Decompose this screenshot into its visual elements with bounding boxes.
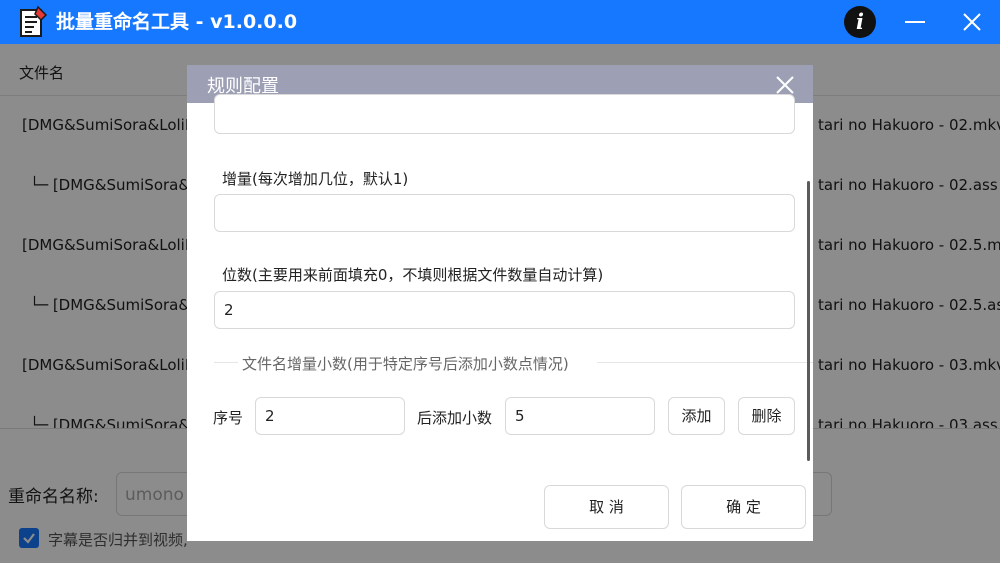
dialog-body: 增量(每次增加几位，默认1) 位数(主要用来前面填充0，不填则根据文件数量自动计… <box>187 94 813 541</box>
seq-label: 序号 <box>213 409 244 427</box>
app-title: 批量重命名工具 - v1.0.0.0 <box>56 11 298 33</box>
document-edit-icon <box>20 5 48 37</box>
decimal-input[interactable]: 5 <box>505 397 655 435</box>
title-bar: 批量重命名工具 - v1.0.0.0 i <box>0 0 1000 44</box>
info-icon[interactable]: i <box>844 6 876 38</box>
dialog-scrollbar[interactable] <box>807 181 810 461</box>
rule-config-dialog: 规则配置 增量(每次增加几位，默认1) 位数(主要用来前面填充0，不填则根据文件… <box>187 65 813 541</box>
decimal-section-title: 文件名增量小数(用于特定序号后添加小数点情况) <box>242 355 569 373</box>
close-icon[interactable] <box>962 12 982 32</box>
divider-line-left <box>214 362 238 363</box>
digits-input[interactable]: 2 <box>214 291 795 329</box>
increment-input[interactable] <box>214 194 795 232</box>
previous-field-input[interactable] <box>214 94 795 134</box>
cancel-button[interactable]: 取 消 <box>544 485 669 529</box>
minimize-icon[interactable] <box>905 21 925 23</box>
confirm-button[interactable]: 确 定 <box>681 485 806 529</box>
increment-label: 增量(每次增加几位，默认1) <box>222 170 409 188</box>
divider-line-right <box>597 362 813 363</box>
decimal-label: 后添加小数 <box>417 409 493 427</box>
digits-label: 位数(主要用来前面填充0，不填则根据文件数量自动计算) <box>222 266 604 284</box>
seq-input[interactable]: 2 <box>255 397 405 435</box>
delete-button[interactable]: 删除 <box>738 397 795 435</box>
add-button[interactable]: 添加 <box>668 397 725 435</box>
close-icon[interactable] <box>776 76 794 94</box>
